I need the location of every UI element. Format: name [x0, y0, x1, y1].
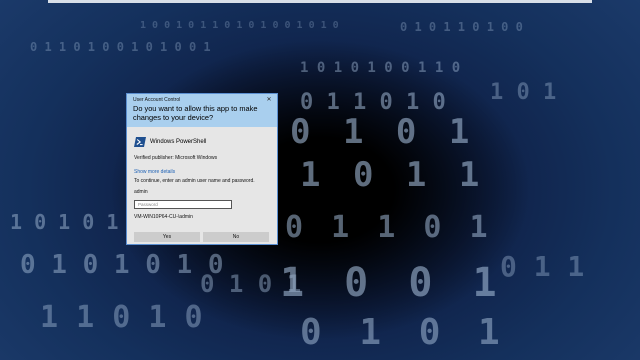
- binary-decoration: 0 1 0 1: [290, 112, 476, 152]
- binary-decoration: 0 1 1: [500, 250, 585, 283]
- powershell-icon: [134, 137, 146, 147]
- close-icon[interactable]: ✕: [265, 96, 273, 104]
- binary-decoration: 0 1 0 1: [300, 312, 508, 353]
- binary-decoration: 0 1 1 0 1 0 0 1 0 1 0 0 1: [30, 40, 211, 54]
- uac-dialog: User Account Control ✕ Do you want to al…: [126, 93, 278, 245]
- desktop-wallpaper: 1 0 1 0 1 0 0 1 1 0 0 1 1 0 1 0 0 1 0 1 …: [0, 0, 640, 360]
- binary-decoration: 1 0 0 1 0 1 1 0 1 0 1 0 0 1 0 1 0: [140, 20, 339, 31]
- show-more-details-link[interactable]: Show more details: [134, 169, 175, 175]
- binary-decoration: 0 1 0 1 1 0 1 0 0: [400, 20, 523, 34]
- binary-decoration: 1 0 1 0 1 0 0 1 1 0: [300, 60, 461, 76]
- username-label: admin: [134, 189, 148, 195]
- binary-decoration: 1 0 1: [490, 80, 557, 105]
- app-name: Windows PowerShell: [150, 139, 207, 145]
- binary-decoration: 0 1 0 1 0 1 0: [20, 250, 224, 280]
- dialog-caption: User Account Control: [133, 97, 181, 103]
- domain-user-label: VM-WIN10P64-CU-\admin: [134, 214, 193, 220]
- binary-decoration: 0 1 1 0 1: [285, 210, 493, 245]
- dialog-question: Do you want to allow this app to make ch…: [133, 104, 258, 122]
- verified-publisher: Verified publisher: Microsoft Windows: [134, 155, 218, 161]
- top-window-edge: [48, 0, 592, 3]
- no-button[interactable]: No: [203, 232, 269, 242]
- binary-decoration: 1 0 0 1: [280, 260, 505, 306]
- binary-decoration: 1 1 0 1 0: [40, 300, 203, 335]
- instructions-text: To continue, enter an admin user name an…: [134, 178, 255, 184]
- binary-decoration: 0 1 0 1: [200, 270, 302, 298]
- binary-decoration: 1 0 1 1: [300, 155, 486, 195]
- yes-button[interactable]: Yes: [134, 232, 200, 242]
- password-input[interactable]: [134, 200, 232, 209]
- dialog-header: User Account Control ✕ Do you want to al…: [127, 94, 277, 127]
